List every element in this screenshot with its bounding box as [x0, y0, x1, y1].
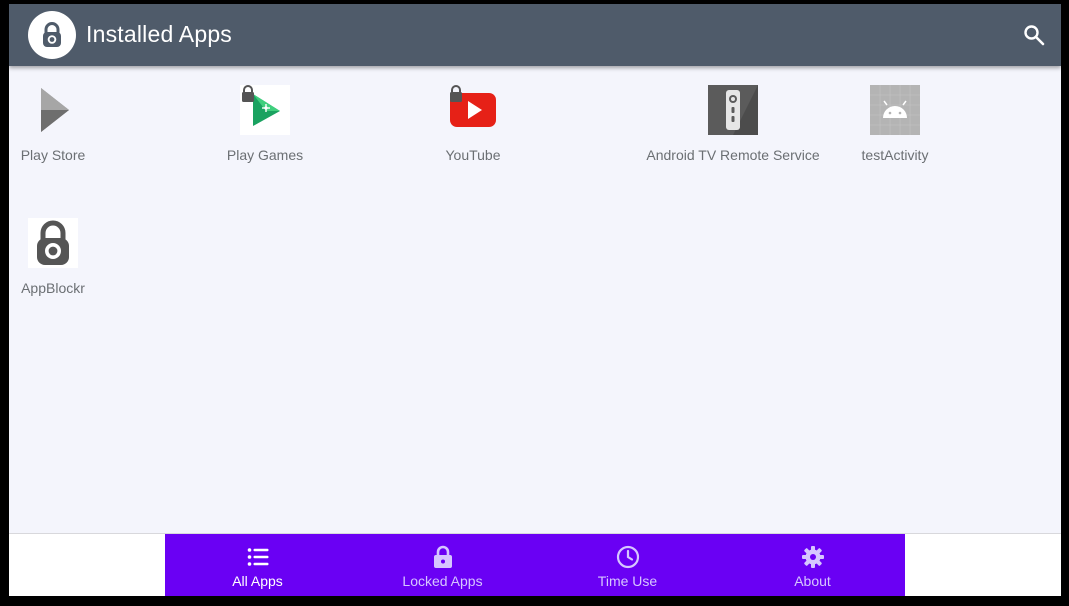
tv-remote-icon — [708, 85, 758, 135]
app-tile-android-tv-remote-service[interactable]: Android TV Remote Service — [646, 85, 820, 163]
bottom-bar-area: All Apps Locked Apps Time Use About — [9, 533, 1061, 596]
lock-icon — [431, 545, 455, 569]
app-label: Android TV Remote Service — [646, 147, 820, 163]
app-tile-play-store[interactable]: Play Store — [19, 85, 87, 163]
installed-apps-grid: Play Store Play Games YouTube Android TV… — [9, 66, 1061, 532]
search-icon[interactable] — [1022, 23, 1046, 47]
app-tile-testactivity[interactable]: testActivity — [858, 85, 932, 163]
bottom-navigation: All Apps Locked Apps Time Use About — [165, 534, 905, 596]
nav-label: About — [794, 573, 831, 589]
app-tile-play-games[interactable]: Play Games — [223, 85, 307, 163]
android-icon — [870, 85, 920, 135]
app-label: testActivity — [861, 147, 929, 163]
nav-label: All Apps — [232, 573, 283, 589]
locked-badge-icon — [447, 84, 465, 109]
nav-item-all-apps[interactable]: All Apps — [165, 534, 350, 596]
app-label: YouTube — [445, 147, 501, 163]
clock-icon — [616, 545, 640, 569]
gear-icon — [801, 545, 825, 569]
youtube-icon — [448, 85, 498, 135]
page-title: Installed Apps — [86, 21, 233, 47]
nav-item-locked-apps[interactable]: Locked Apps — [350, 534, 535, 596]
app-label: Play Store — [20, 147, 86, 163]
app-tile-youtube[interactable]: YouTube — [438, 85, 508, 163]
nav-label: Locked Apps — [402, 573, 483, 589]
padlock-icon — [28, 11, 76, 59]
top-app-bar: Installed Apps — [9, 4, 1061, 66]
locked-badge-icon — [239, 84, 257, 109]
nav-item-time-use[interactable]: Time Use — [535, 534, 720, 596]
app-tile-appblockr[interactable]: AppBlockr — [19, 218, 87, 296]
app-label: Play Games — [226, 147, 304, 163]
play-store-icon — [28, 85, 78, 135]
nav-item-about[interactable]: About — [720, 534, 905, 596]
nav-label: Time Use — [597, 573, 658, 589]
appblockr-lock-icon — [28, 218, 78, 268]
app-screen: Installed Apps Play Store Play Games You… — [9, 4, 1061, 596]
app-label: AppBlockr — [21, 280, 85, 296]
list-icon — [246, 545, 270, 569]
play-games-icon — [240, 85, 290, 135]
